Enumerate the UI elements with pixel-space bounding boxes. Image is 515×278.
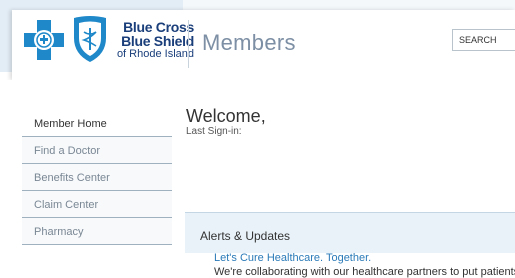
blue-shield-icon	[74, 16, 106, 62]
page-section-title: Members	[202, 30, 296, 55]
sidebar-nav: Member Home Find a Doctor Benefits Cente…	[22, 110, 172, 245]
header-divider	[188, 20, 189, 68]
sidebar-item-claim-center[interactable]: Claim Center	[22, 191, 172, 218]
sidebar-item-benefits-center[interactable]: Benefits Center	[22, 164, 172, 191]
alert-link[interactable]: Let's Cure Healthcare. Together.	[214, 252, 371, 264]
alerts-title: Alerts & Updates	[200, 229, 291, 243]
blue-cross-icon	[24, 20, 64, 60]
brand-logo-text: Blue Cross Blue Shield of Rhode Island	[114, 20, 194, 61]
sidebar-item-member-home[interactable]: Member Home	[22, 110, 172, 137]
last-signin-label: Last Sign-in:	[186, 126, 242, 137]
brand-line-3: of Rhode Island	[116, 48, 194, 60]
header: Blue Cross Blue Shield of Rhode Island M…	[12, 10, 515, 80]
welcome-heading: Welcome,	[186, 106, 266, 126]
brand-line-2: Blue Shield	[121, 33, 194, 49]
sidebar-item-pharmacy[interactable]: Pharmacy	[22, 218, 172, 245]
brand-line-1: Blue Cross	[123, 19, 194, 35]
alert-text: We're collaborating with our healthcare …	[214, 266, 515, 278]
search-input[interactable]: SEARCH	[452, 29, 515, 51]
sidebar-item-find-a-doctor[interactable]: Find a Doctor	[22, 137, 172, 164]
